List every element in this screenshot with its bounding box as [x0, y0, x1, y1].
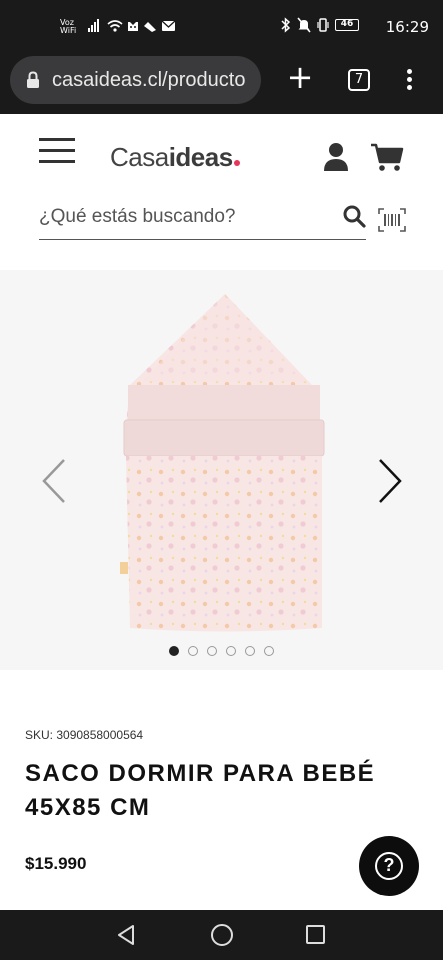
product-image-sleeping-bag — [120, 294, 325, 632]
status-bar: Voz WiFi 46 16:29 — [0, 0, 443, 56]
gallery-dot[interactable] — [264, 646, 274, 656]
site-header: Casaideas — [0, 114, 443, 270]
product-sku: SKU: 3090858000564 — [25, 728, 144, 742]
recent-apps-icon[interactable] — [306, 925, 325, 944]
battery-icon: 46 — [335, 19, 359, 31]
gallery-dot[interactable] — [245, 646, 255, 656]
back-icon[interactable] — [116, 924, 136, 946]
vibrate-icon — [317, 18, 329, 32]
system-navigation-bar — [0, 910, 443, 960]
status-icons-right: 46 — [281, 17, 359, 33]
product-title: SACO DORMIR PARA BEBÉ 45X85 CM — [25, 760, 376, 821]
bluetooth-icon — [281, 17, 291, 33]
chevron-right-icon[interactable] — [376, 458, 404, 504]
barcode-scanner-icon[interactable] — [378, 208, 406, 232]
gallery-dot[interactable] — [226, 646, 236, 656]
search-icon[interactable] — [342, 204, 366, 228]
gallery-dot[interactable] — [207, 646, 217, 656]
mute-bell-icon — [297, 17, 311, 33]
tab-switcher-button[interactable]: 7 — [348, 69, 370, 91]
gallery-pagination — [0, 646, 443, 656]
url-text: casaideas.cl/producto — [52, 68, 246, 91]
product-price: $15.990 — [25, 854, 87, 873]
browser-menu-button[interactable] — [400, 66, 418, 94]
gallery-dot[interactable] — [188, 646, 198, 656]
chevron-left-icon[interactable] — [40, 458, 68, 504]
help-button[interactable]: ? — [359, 836, 419, 896]
question-icon: ? — [375, 852, 403, 880]
search-input[interactable] — [39, 200, 329, 234]
home-icon[interactable] — [211, 924, 233, 946]
user-account-icon[interactable] — [323, 142, 349, 172]
hamburger-menu-icon[interactable] — [39, 138, 75, 164]
gallery-dot[interactable] — [169, 646, 179, 656]
status-icons-left — [88, 19, 176, 32]
lock-icon — [27, 71, 39, 88]
browser-toolbar: casaideas.cl/producto + 7 — [0, 56, 443, 114]
new-tab-button[interactable]: + — [286, 61, 314, 93]
product-gallery — [0, 270, 443, 670]
clock: 16:29 — [385, 18, 429, 36]
cart-icon[interactable] — [370, 142, 404, 172]
address-bar[interactable]: casaideas.cl/producto — [10, 56, 261, 104]
casaideas-logo[interactable]: Casaideas — [110, 142, 240, 173]
carrier-label: Voz WiFi — [60, 18, 77, 35]
search-bar — [39, 200, 366, 240]
